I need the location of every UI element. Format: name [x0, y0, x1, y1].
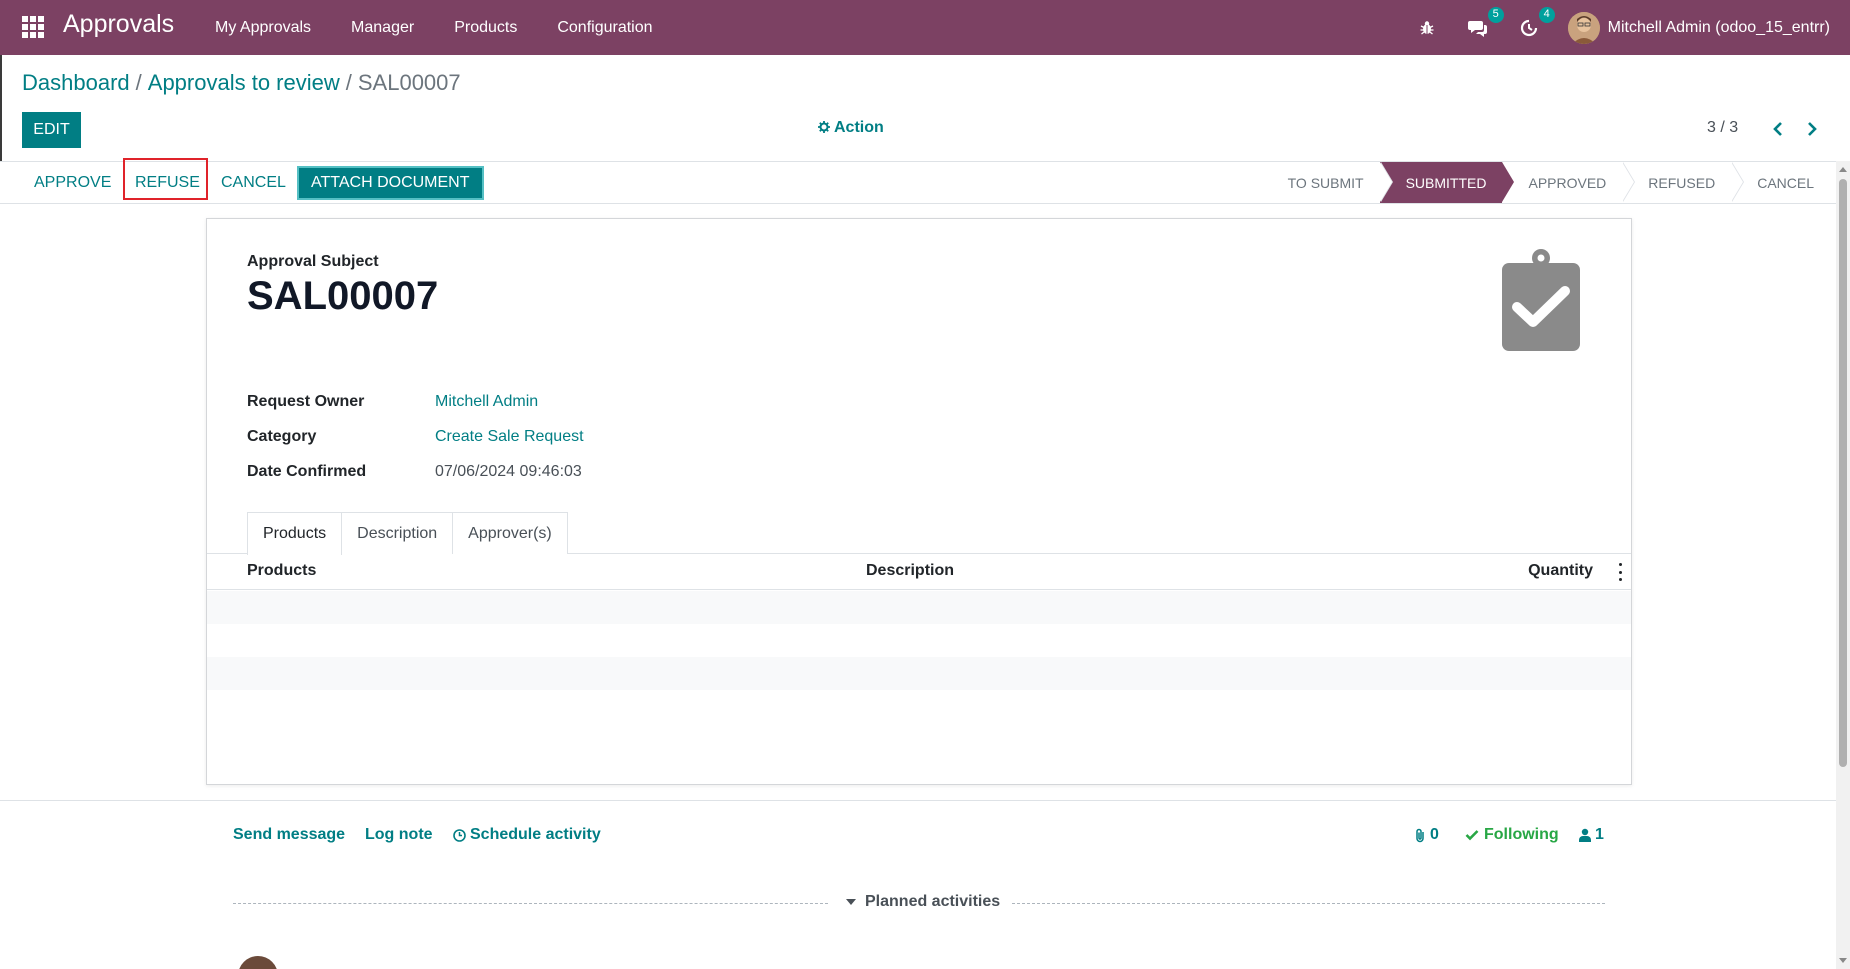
breadcrumb: Dashboard / Approvals to review / SAL00007 — [22, 70, 461, 96]
refuse-button[interactable]: REFUSE — [123, 165, 212, 201]
menu-configuration[interactable]: Configuration — [557, 19, 652, 37]
stage-approved[interactable]: APPROVED — [1502, 162, 1636, 203]
send-message-button[interactable]: Send message — [233, 826, 345, 844]
approve-button[interactable]: APPROVE — [22, 165, 124, 201]
breadcrumb-separator: / — [345, 70, 352, 95]
clipboard-check-icon — [1502, 249, 1580, 351]
date-confirmed-value: 07/06/2024 09:46:03 — [435, 462, 582, 480]
activities-badge: 4 — [1538, 6, 1555, 23]
field-date-confirmed: Date Confirmed 07/06/2024 09:46:03 — [247, 454, 584, 489]
debug-bug-icon[interactable] — [1415, 16, 1439, 40]
form-fields: Request Owner Mitchell Admin Category Cr… — [247, 384, 584, 489]
followers-button[interactable]: 1 — [1579, 826, 1604, 844]
status-stages: TO SUBMIT SUBMITTED APPROVED REFUSED CAN… — [1271, 162, 1836, 203]
check-icon — [1465, 829, 1479, 841]
tab-description[interactable]: Description — [341, 512, 454, 554]
user-menu[interactable]: Mitchell Admin (odoo_15_entrr) — [1567, 11, 1830, 44]
stage-label: REFUSED — [1648, 174, 1716, 191]
attachments-button[interactable]: 0 — [1414, 826, 1439, 844]
scroll-up-arrow-icon[interactable] — [1839, 167, 1847, 172]
cancel-button[interactable]: CANCEL — [209, 165, 298, 201]
breadcrumb-separator: / — [135, 70, 142, 95]
following-button[interactable]: Following — [1465, 826, 1559, 844]
schedule-activity-button[interactable]: Schedule activity — [453, 826, 601, 844]
chatter-divider — [0, 800, 1836, 801]
subject-label: Approval Subject — [247, 253, 379, 270]
menu-my-approvals[interactable]: My Approvals — [215, 19, 311, 37]
request-owner-link[interactable]: Mitchell Admin — [435, 393, 538, 411]
stage-label: SUBMITTED — [1405, 174, 1487, 191]
breadcrumb-dashboard[interactable]: Dashboard — [22, 70, 130, 95]
field-label: Category — [247, 427, 317, 445]
chevron-right-icon — [1808, 122, 1817, 136]
pager-previous-button[interactable] — [1768, 117, 1788, 141]
planned-activities-separator: Planned activities — [233, 893, 1605, 913]
paperclip-icon — [1414, 828, 1426, 843]
form-sheet: Approval Subject SAL00007 Request Owner … — [206, 218, 1632, 785]
stage-refused[interactable]: REFUSED — [1622, 162, 1745, 203]
action-label: Action — [834, 119, 884, 136]
clock-icon — [453, 828, 466, 842]
top-navbar: Approvals My Approvals Manager Products … — [0, 0, 1850, 55]
messages-badge: 5 — [1487, 6, 1504, 23]
systray: 5 4 Mitchell Admin (odoo_15_entrr) — [1415, 0, 1850, 55]
app-title[interactable]: Approvals — [63, 10, 174, 39]
edit-button[interactable]: EDIT — [22, 112, 81, 148]
planned-activities-toggle[interactable]: Planned activities — [846, 893, 1000, 911]
caret-down-icon — [846, 899, 856, 905]
main-menu: My Approvals Manager Products Configurat… — [215, 0, 693, 55]
gear-icon — [818, 120, 830, 136]
products-table-header: Products Description Quantity — [207, 554, 1631, 590]
schedule-activity-label: Schedule activity — [470, 826, 601, 843]
attach-document-button[interactable]: ATTACH DOCUMENT — [297, 166, 484, 200]
user-name: Mitchell Admin (odoo_15_entrr) — [1607, 18, 1830, 36]
table-row — [207, 591, 1631, 624]
stage-label: CANCEL — [1757, 174, 1814, 191]
chevron-left-icon — [1773, 122, 1782, 136]
pager-next-button[interactable] — [1802, 117, 1822, 141]
tab-products[interactable]: Products — [247, 512, 343, 555]
stage-to-submit[interactable]: TO SUBMIT — [1271, 162, 1393, 203]
user-icon — [1579, 828, 1591, 842]
log-note-button[interactable]: Log note — [365, 826, 433, 844]
action-menu-button[interactable]: Action — [818, 119, 884, 137]
column-quantity[interactable]: Quantity — [1528, 562, 1593, 580]
scroll-down-arrow-icon[interactable] — [1839, 958, 1847, 963]
stage-label: APPROVED — [1528, 174, 1607, 191]
subject-value[interactable]: SAL00007 — [247, 274, 438, 319]
table-row — [207, 624, 1631, 657]
field-request-owner: Request Owner Mitchell Admin — [247, 384, 584, 419]
stage-cancel[interactable]: CANCEL — [1731, 162, 1836, 203]
table-row — [207, 657, 1631, 690]
notebook-tabs: Products Description Approver(s) — [247, 512, 568, 555]
menu-manager[interactable]: Manager — [351, 19, 414, 37]
category-link[interactable]: Create Sale Request — [435, 428, 584, 446]
activity-clock-icon[interactable]: 4 — [1517, 6, 1555, 40]
page-scrollbar[interactable] — [1836, 161, 1850, 969]
column-description[interactable]: Description — [866, 562, 954, 580]
field-label: Date Confirmed — [247, 462, 367, 480]
app-menu-grid-icon[interactable] — [22, 16, 44, 38]
user-avatar — [1567, 11, 1600, 44]
followers-count: 1 — [1595, 826, 1604, 843]
messaging-chat-icon[interactable]: 5 — [1466, 6, 1504, 40]
form-statusbar: APPROVE REFUSE CANCEL ATTACH DOCUMENT TO… — [0, 161, 1836, 204]
following-label: Following — [1484, 826, 1559, 843]
tab-approvers[interactable]: Approver(s) — [452, 512, 568, 554]
pager-value[interactable]: 3 / 3 — [1707, 119, 1738, 137]
attachments-count: 0 — [1430, 826, 1439, 843]
breadcrumb-approvals-to-review[interactable]: Approvals to review — [148, 70, 340, 95]
field-label: Request Owner — [247, 392, 365, 410]
planned-activities-label: Planned activities — [865, 893, 1001, 910]
stage-label: TO SUBMIT — [1287, 174, 1364, 191]
breadcrumb-current: SAL00007 — [357, 70, 461, 95]
column-options-kebab-icon[interactable] — [1615, 563, 1625, 581]
menu-products[interactable]: Products — [454, 19, 517, 37]
stage-submitted[interactable]: SUBMITTED — [1379, 162, 1515, 203]
scroll-thumb[interactable] — [1839, 179, 1847, 767]
column-products[interactable]: Products — [247, 562, 316, 580]
field-category: Category Create Sale Request — [247, 419, 584, 454]
